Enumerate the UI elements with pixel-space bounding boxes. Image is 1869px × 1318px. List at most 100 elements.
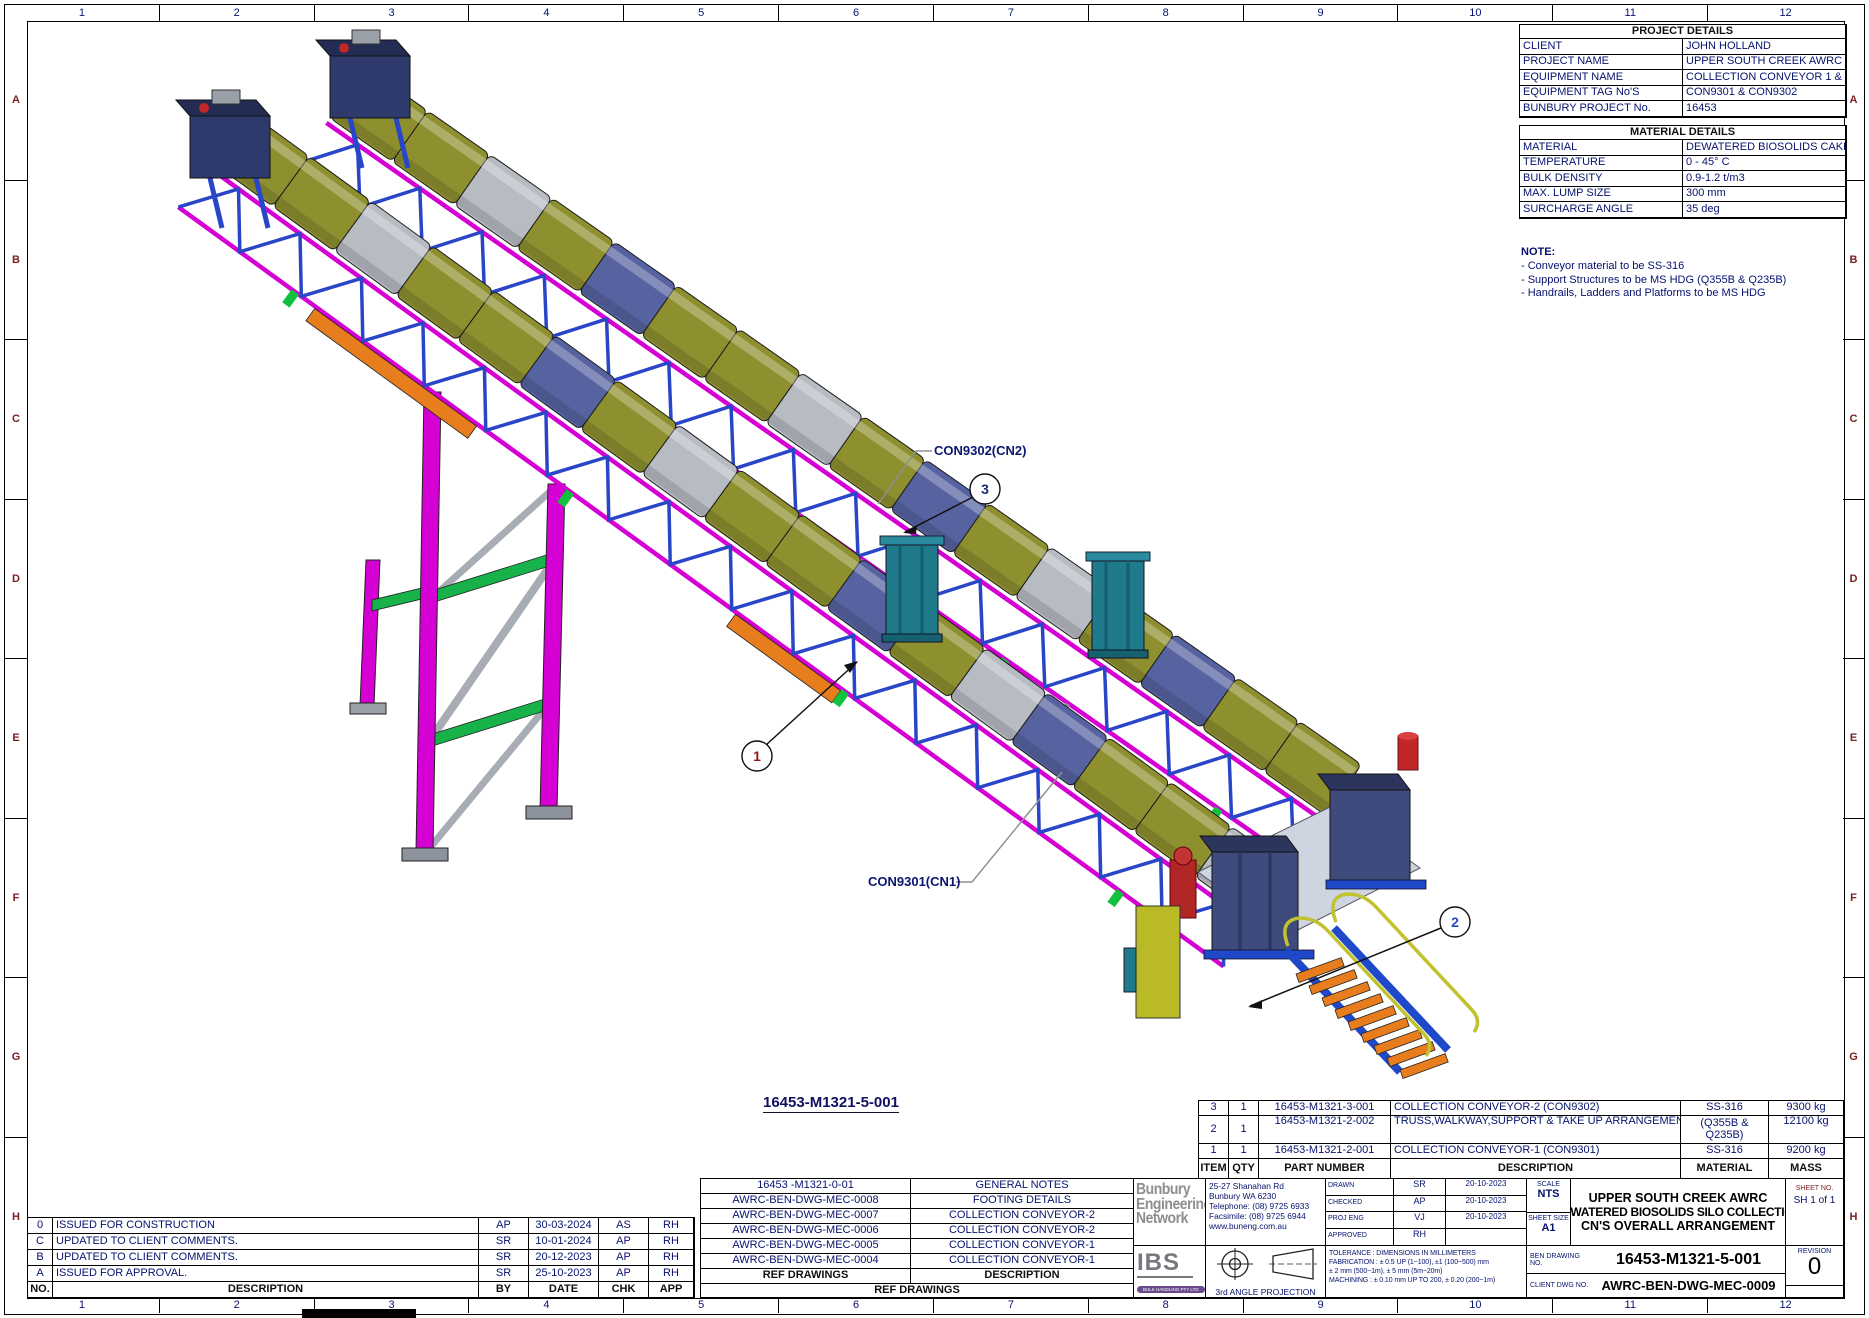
ref-header: REF DRAWINGS <box>701 1269 911 1284</box>
zone-label: E <box>1843 659 1864 819</box>
zone-label: 5 <box>624 5 779 21</box>
row-label: MAX. LUMP SIZE <box>1520 187 1683 203</box>
rev-header: BY <box>479 1282 529 1298</box>
table-title: PROJECT DETAILS <box>1520 25 1846 39</box>
svg-text:1: 1 <box>753 748 761 764</box>
bom-item: 2 <box>1199 1116 1229 1144</box>
rev-header: DATE <box>529 1282 599 1298</box>
bom-part: 16453-M1321-3-001 <box>1259 1101 1391 1116</box>
zone-label: 10 <box>1398 5 1553 21</box>
company-logo: Bunbury Engineering Network <box>1134 1179 1206 1246</box>
ref-number: AWRC-BEN-DWG-MEC-0006 <box>701 1224 911 1239</box>
scale-cell: SCALE NTS <box>1527 1179 1571 1213</box>
rev-app: RH <box>649 1250 694 1266</box>
ref-desc: COLLECTION CONVEYOR-1 <box>911 1239 1134 1254</box>
row-label: CLIENT <box>1520 39 1683 55</box>
balloon-1: 1 <box>742 741 772 771</box>
zone-label: F <box>1843 819 1864 979</box>
ref-desc: COLLECTION CONVEYOR-2 <box>911 1209 1134 1224</box>
ref-number: AWRC-BEN-DWG-MEC-0008 <box>701 1194 911 1209</box>
bom-item: 1 <box>1199 1144 1229 1159</box>
zone-label: B <box>5 181 27 341</box>
project-details-table: PROJECT DETAILS CLIENT JOHN HOLLAND PROJ… <box>1519 24 1847 118</box>
rev-desc: ISSUED FOR APPROVAL. <box>53 1266 479 1282</box>
ref-number: AWRC-BEN-DWG-MEC-0005 <box>701 1239 911 1254</box>
zone-label: 3 <box>315 5 470 21</box>
rev-app: RH <box>649 1234 694 1250</box>
row-label: EQUIPMENT TAG No'S <box>1520 86 1683 102</box>
sheet-size-cell: SHEET SIZE A1 <box>1527 1213 1571 1246</box>
signoff-date: 20-10-2023 <box>1446 1196 1526 1213</box>
signoff-initials: RH <box>1394 1229 1446 1246</box>
rev-by: SR <box>479 1234 529 1250</box>
head-station-cn1 <box>176 90 270 228</box>
tolerance-note: TOLERANCE : DIMENSIONS IN MILLIMETERS FA… <box>1326 1246 1527 1298</box>
revision-spare-cell <box>1786 1286 1844 1298</box>
zone-label: 5 <box>624 1297 779 1313</box>
projection-cell: 3rd ANGLE PROJECTION <box>1206 1246 1326 1298</box>
ref-desc: COLLECTION CONVEYOR-1 <box>911 1254 1134 1269</box>
bom-mass: 9200 kg <box>1769 1144 1844 1159</box>
zone-label: F <box>5 819 27 979</box>
bom-qty: 1 <box>1229 1144 1259 1159</box>
rev-by: SR <box>479 1250 529 1266</box>
ref-desc: GENERAL NOTES <box>911 1179 1134 1194</box>
rev-chk: AS <box>599 1218 649 1234</box>
signoff-date: 20-10-2023 <box>1446 1179 1526 1196</box>
ref-number: AWRC-BEN-DWG-MEC-0004 <box>701 1254 911 1269</box>
note-title: NOTE: <box>1521 246 1786 260</box>
zone-label: 9 <box>1244 5 1399 21</box>
zone-label: 1 <box>5 1297 160 1313</box>
signoff-grid: DRAWN SR 20-10-2023 CHECKED AP 20-10-202… <box>1326 1179 1527 1246</box>
rev-chk: AP <box>599 1250 649 1266</box>
rev-header: DESCRIPTION <box>53 1282 479 1298</box>
row-label: PROJECT NAME <box>1520 55 1683 71</box>
revision-cell: REVISION 0 <box>1786 1246 1844 1286</box>
balloon-3: 3 <box>970 474 1000 504</box>
rev-no: A <box>28 1266 53 1282</box>
signoff-label: CHECKED <box>1326 1196 1394 1213</box>
bom-desc: COLLECTION CONVEYOR-2 (CON9302) <box>1391 1101 1681 1116</box>
bom-mass: 12100 kg <box>1769 1116 1844 1144</box>
zone-label: 1 <box>5 5 160 21</box>
row-label: MATERIAL <box>1520 140 1683 156</box>
ref-header: DESCRIPTION <box>911 1269 1134 1284</box>
row-label: EQUIPMENT NAME <box>1520 70 1683 86</box>
zone-label: 4 <box>469 1297 624 1313</box>
row-label: TEMPERATURE <box>1520 156 1683 172</box>
zone-label: 12 <box>1708 5 1863 21</box>
rev-chk: AP <box>599 1234 649 1250</box>
row-value: UPPER SOUTH CREEK AWRC <box>1683 55 1846 71</box>
row-label: SURCHARGE ANGLE <box>1520 202 1683 218</box>
ref-drawings-table: 16453 -M1321-0-01 GENERAL NOTES AWRC-BEN… <box>700 1178 1135 1299</box>
zone-label: H <box>1843 1138 1864 1298</box>
conveyor-cn1 <box>168 112 1293 981</box>
note-line: - Handrails, Ladders and Platforms to be… <box>1521 287 1786 301</box>
bom-header: DESCRIPTION <box>1391 1159 1681 1179</box>
title-block: Bunbury Engineering Network 25-27 Shanah… <box>1133 1178 1845 1299</box>
ref-number: 16453 -M1321-0-01 <box>701 1179 911 1194</box>
rev-app: RH <box>649 1266 694 1282</box>
bom-item: 3 <box>1199 1101 1229 1116</box>
balloon-2: 2 <box>1440 907 1470 937</box>
label-cn1: CON9301(CN1) <box>868 874 960 889</box>
general-note: NOTE: - Conveyor material to be SS-316 -… <box>1521 246 1786 301</box>
rev-chk: AP <box>599 1266 649 1282</box>
zone-band-top: 1 2 3 4 5 6 7 8 9 10 11 12 <box>5 5 1863 21</box>
row-value: 16453 <box>1683 101 1846 117</box>
note-line: - Conveyor material to be SS-316 <box>1521 260 1786 274</box>
bom-header: MATERIAL <box>1681 1159 1769 1179</box>
ref-number: AWRC-BEN-DWG-MEC-0007 <box>701 1209 911 1224</box>
zone-label: E <box>5 659 27 819</box>
zone-label: 11 <box>1553 1297 1708 1313</box>
zone-band-left: A B C D E F G H <box>5 21 27 1297</box>
row-value: COLLECTION CONVEYOR 1 & 2 <box>1683 70 1846 86</box>
table-title: MATERIAL DETAILS <box>1520 126 1846 140</box>
ref-footer: REF DRAWINGS <box>701 1284 1134 1298</box>
bom-header: MASS <box>1769 1159 1844 1179</box>
rev-no: C <box>28 1234 53 1250</box>
rev-by: AP <box>479 1218 529 1234</box>
conveyor-cn2 <box>288 67 1373 883</box>
zone-label: G <box>5 978 27 1138</box>
bom-header: PART NUMBER <box>1259 1159 1391 1179</box>
